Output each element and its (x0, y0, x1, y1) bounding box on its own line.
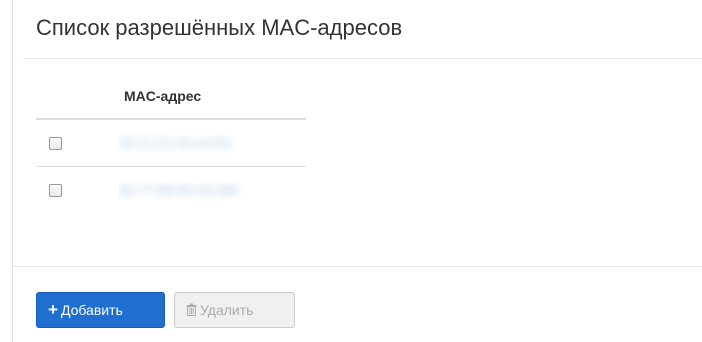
trash-icon (186, 294, 197, 328)
mac-address-value: 00:11:22:33:44:55 (119, 135, 231, 151)
delete-button-label: Удалить (200, 302, 254, 318)
mac-table: MAC-адрес 00:11:22:33:44:55 66:77:88:99:… (36, 74, 306, 213)
add-button[interactable]: + Добавить (36, 292, 165, 328)
row-checkbox[interactable] (49, 184, 62, 197)
mac-allowlist-panel: Список разрешённых MAC-адресов MAC-адрес… (12, 0, 702, 342)
table-row: 00:11:22:33:44:55 (36, 120, 306, 166)
title-divider (23, 58, 702, 59)
plus-icon: + (48, 300, 58, 319)
table-row: 66:77:88:99:AA:BB (36, 166, 306, 213)
panel-title: Список разрешённых MAC-адресов (36, 15, 403, 40)
mac-address-cell: 66:77:88:99:AA:BB (119, 180, 279, 200)
row-checkbox[interactable] (49, 137, 62, 150)
delete-button[interactable]: Удалить (174, 292, 295, 328)
table-header: MAC-адрес (36, 74, 306, 120)
column-header-mac: MAC-адрес (124, 88, 202, 104)
footer-divider (13, 266, 702, 267)
add-button-label: Добавить (60, 302, 123, 318)
mac-address-cell: 00:11:22:33:44:55 (119, 133, 279, 153)
mac-address-value: 66:77:88:99:AA:BB (119, 182, 239, 198)
